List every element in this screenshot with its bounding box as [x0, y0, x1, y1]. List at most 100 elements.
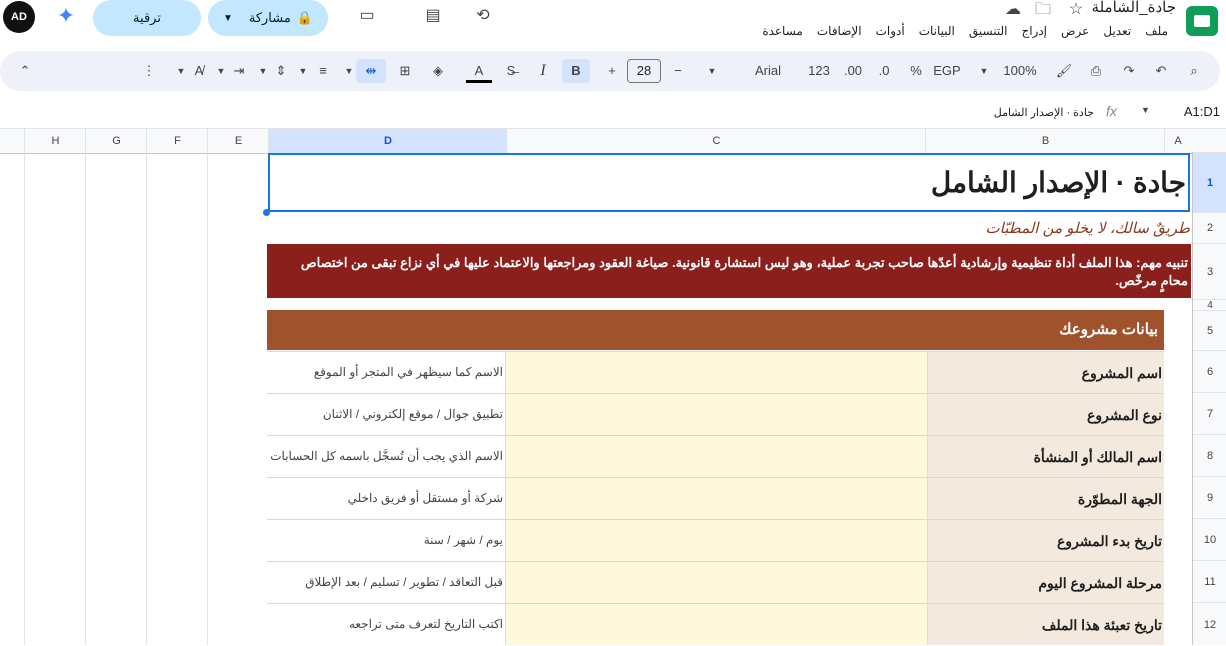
borders-icon[interactable]: ⊞: [394, 59, 416, 83]
chevron-down-icon[interactable]: ▼: [214, 59, 228, 83]
document-title[interactable]: جادة_الشاملة: [1092, 0, 1176, 16]
number-format-button[interactable]: 123: [806, 59, 832, 83]
menu-help[interactable]: مساعدة: [762, 24, 803, 38]
print-icon[interactable]: ⎙: [1085, 59, 1107, 83]
merge-cells-icon[interactable]: ⇹: [356, 59, 386, 83]
cloud-status-icon[interactable]: ☁: [1002, 0, 1024, 20]
menu-edit[interactable]: تعديل: [1103, 24, 1131, 38]
increase-decimal-button[interactable]: .00: [840, 59, 866, 83]
column-header-e[interactable]: E: [207, 129, 269, 153]
column-header-c[interactable]: C: [506, 129, 926, 153]
strikethrough-icon[interactable]: S̶: [500, 59, 522, 83]
menu-format[interactable]: التنسيق: [969, 24, 1008, 38]
row-header[interactable]: 3: [1193, 243, 1226, 299]
chevron-down-icon[interactable]: ▼: [174, 59, 188, 83]
increase-font-size-icon[interactable]: +: [602, 59, 622, 83]
row-header[interactable]: 8: [1193, 434, 1226, 476]
field-label[interactable]: الجهة المطوّرة: [927, 478, 1164, 519]
share-button[interactable]: ▼ مشاركة 🔒: [208, 0, 328, 36]
row-header[interactable]: 12: [1193, 602, 1226, 646]
collapse-toolbar-icon[interactable]: ⌃: [14, 59, 36, 83]
tagline-cell[interactable]: طريقٌ سالك، لا يخلو من المطبّات: [986, 219, 1190, 237]
field-input-cell[interactable]: [505, 436, 928, 477]
sheet-title-cell[interactable]: جادة · الإصدار الشامل: [268, 153, 1190, 212]
column-header-d[interactable]: D: [268, 129, 507, 153]
zoom-select[interactable]: 100%: [998, 59, 1042, 83]
field-hint[interactable]: يوم / شهر / سنة: [267, 520, 505, 561]
field-label[interactable]: اسم المشروع: [927, 352, 1164, 393]
menu-insert[interactable]: إدراج: [1021, 24, 1047, 38]
percent-format-button[interactable]: %: [906, 59, 926, 83]
row-header[interactable]: 9: [1193, 476, 1226, 518]
field-input-cell[interactable]: [505, 520, 928, 561]
menu-file[interactable]: ملف: [1145, 24, 1168, 38]
field-input-cell[interactable]: [505, 562, 928, 603]
field-hint[interactable]: الاسم كما سيظهر في المتجر أو الموقع: [267, 352, 505, 393]
comments-icon[interactable]: ▤: [422, 6, 444, 26]
field-label[interactable]: نوع المشروع: [927, 394, 1164, 435]
horizontal-align-icon[interactable]: ≡: [312, 59, 334, 83]
column-header-g[interactable]: G: [85, 129, 147, 153]
column-header-a[interactable]: A: [1164, 129, 1191, 153]
field-hint[interactable]: الاسم الذي يجب أن تُسجَّل باسمه كل الحسا…: [267, 436, 505, 477]
row-header[interactable]: 2: [1193, 212, 1226, 243]
search-menus-icon[interactable]: ⌕: [1183, 59, 1205, 83]
field-hint[interactable]: تطبيق جوال / موقع إلكتروني / الاثنان: [267, 394, 505, 435]
menu-data[interactable]: البيانات: [919, 24, 955, 38]
row-header[interactable]: 7: [1193, 392, 1226, 434]
field-hint[interactable]: قبل التعاقد / تطوير / تسليم / بعد الإطلا…: [267, 562, 505, 603]
field-label[interactable]: تاريخ بدء المشروع: [927, 520, 1164, 561]
meet-icon[interactable]: ▭: [354, 6, 380, 26]
text-rotation-icon[interactable]: A̸: [188, 59, 210, 83]
font-size-input[interactable]: 28: [627, 59, 661, 83]
row-header[interactable]: 6: [1193, 350, 1226, 392]
currency-format-button[interactable]: EGP: [932, 59, 962, 83]
field-input-cell[interactable]: [505, 394, 928, 435]
chevron-down-icon[interactable]: ▼: [256, 59, 270, 83]
chevron-down-icon[interactable]: ▼: [342, 59, 356, 83]
more-options-icon[interactable]: ⋮: [138, 59, 160, 83]
star-icon[interactable]: ☆: [1065, 0, 1087, 20]
version-history-icon[interactable]: ⟲: [472, 6, 494, 26]
paint-format-icon[interactable]: 🖌: [1053, 59, 1075, 83]
menu-tools[interactable]: أدوات: [876, 24, 905, 38]
upgrade-button[interactable]: ترقية: [93, 0, 201, 36]
field-hint[interactable]: شركة أو مستقل أو فريق داخلي: [267, 478, 505, 519]
redo-icon[interactable]: ↷: [1118, 59, 1140, 83]
selection-handle[interactable]: [263, 209, 270, 216]
font-family-select[interactable]: Arial: [750, 59, 786, 83]
column-header-f[interactable]: F: [146, 129, 208, 153]
field-label[interactable]: تاريخ تعبئة هذا الملف: [927, 604, 1164, 645]
column-header-h[interactable]: H: [24, 129, 86, 153]
row-header[interactable]: 1: [1193, 152, 1226, 212]
field-input-cell[interactable]: [505, 352, 928, 393]
vertical-align-icon[interactable]: ⇕: [270, 59, 292, 83]
field-input-cell[interactable]: [505, 604, 928, 645]
sheets-app-icon[interactable]: [1186, 6, 1218, 36]
chevron-down-icon[interactable]: ▼: [296, 59, 310, 83]
decrease-font-size-icon[interactable]: −: [668, 59, 688, 83]
gemini-icon[interactable]: ✦: [54, 4, 78, 28]
menu-view[interactable]: عرض: [1061, 24, 1089, 38]
formula-input[interactable]: جادة · الإصدار الشامل: [994, 106, 1094, 119]
undo-icon[interactable]: ↶: [1150, 59, 1172, 83]
italic-button[interactable]: I: [532, 59, 554, 83]
warning-notice-cell[interactable]: تنبيه مهم: هذا الملف أداة تنظيمية وإرشاد…: [267, 244, 1191, 298]
chevron-down-icon[interactable]: ▼: [1141, 105, 1150, 115]
field-label[interactable]: مرحلة المشروع اليوم: [927, 562, 1164, 603]
section-header-cell[interactable]: بيانات مشروعك: [267, 310, 1164, 350]
text-wrapping-icon[interactable]: ⇥: [228, 59, 250, 83]
field-hint[interactable]: اكتب التاريخ لتعرف متى تراجعه: [267, 604, 505, 645]
bold-button[interactable]: B: [562, 59, 590, 83]
row-header[interactable]: 5: [1193, 310, 1226, 350]
chevron-down-icon[interactable]: ▼: [704, 59, 720, 83]
name-box[interactable]: A1:D1: [1184, 104, 1220, 119]
decrease-decimal-button[interactable]: .0: [872, 59, 896, 83]
move-folder-icon[interactable]: 🗀: [1032, 0, 1054, 20]
chevron-down-icon[interactable]: ▼: [976, 59, 992, 83]
field-label[interactable]: اسم المالك أو المنشأة: [927, 436, 1164, 477]
text-color-icon[interactable]: A: [466, 59, 492, 83]
row-header[interactable]: 11: [1193, 560, 1226, 602]
fill-color-icon[interactable]: ◈: [426, 59, 450, 83]
menu-extensions[interactable]: الإضافات: [817, 24, 862, 38]
